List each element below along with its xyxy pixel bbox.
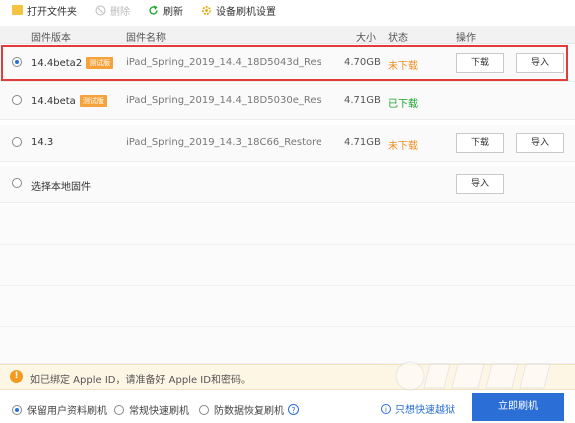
download-status: 已下载 — [388, 99, 418, 110]
option-radio[interactable] — [12, 404, 22, 415]
firmware-filename: iPad_Spring_2019_14.4_18D5030e_Restore.i… — [126, 95, 321, 106]
delete-button[interactable]: 删除 — [95, 3, 130, 18]
col-version: 固件版本 — [31, 33, 71, 44]
empty-row — [0, 245, 575, 286]
option-radio[interactable] — [114, 404, 124, 415]
download-status: 未下载 — [388, 141, 418, 152]
flash-now-button[interactable]: 立即刷机 — [472, 393, 564, 421]
firmware-size: 4.71GB — [344, 137, 381, 148]
help-icon[interactable]: ? — [288, 404, 299, 415]
empty-row — [0, 204, 575, 245]
col-name: 固件名称 — [126, 33, 166, 44]
col-size: 大小 — [356, 33, 376, 44]
delete-label: 删除 — [110, 6, 130, 18]
notice-text: 如已绑定 Apple ID，请准备好 Apple ID和密码。 — [30, 375, 251, 386]
refresh-label: 刷新 — [163, 6, 183, 18]
option-radio[interactable] — [199, 404, 209, 415]
folder-icon — [12, 5, 23, 16]
table-row[interactable]: 14.4beta 测试版 iPad_Spring_2019_14.4_18D503… — [0, 83, 575, 120]
refresh-button[interactable]: 刷新 — [148, 3, 183, 18]
notice-bar: ! 如已绑定 Apple ID，请准备好 Apple ID和密码。 — [0, 364, 575, 390]
firmware-version: 14.3 — [31, 137, 54, 148]
quick-jailbreak-link[interactable]: i 只想快速越狱 — [381, 401, 455, 416]
bottom-bar: 保留用户资料刷机 常规快速刷机 防数据恢复刷机 ? i 只想快速越狱 立即刷机 — [0, 390, 575, 423]
import-button[interactable]: 导入 — [516, 133, 564, 153]
refresh-icon — [148, 4, 159, 16]
firmware-filename: iPad_Spring_2019_14.3_18C66_Restore.ipsw — [126, 137, 321, 148]
table-header: 固件版本 固件名称 大小 状态 操作 — [0, 26, 575, 44]
col-action: 操作 — [456, 33, 476, 44]
info-icon: i — [381, 403, 391, 414]
firmware-version: 14.4beta 测试版 — [31, 95, 107, 107]
gear-icon — [201, 5, 212, 16]
option-keep-data[interactable]: 保留用户资料刷机 — [12, 402, 107, 417]
beta-badge: 测试版 — [79, 95, 107, 107]
device-settings-button[interactable]: 设备刷机设置 — [201, 3, 276, 18]
toolbar: 打开文件夹 删除 刷新 设备刷机设置 — [0, 0, 575, 20]
warning-icon: ! — [10, 370, 23, 383]
delete-icon — [95, 5, 106, 16]
option-label: 防数据恢复刷机 — [214, 406, 284, 417]
empty-row — [0, 327, 575, 364]
option-anti-recovery[interactable]: 防数据恢复刷机 ? — [199, 402, 299, 417]
option-label: 保留用户资料刷机 — [27, 406, 107, 417]
empty-row — [0, 286, 575, 327]
option-label: 常规快速刷机 — [129, 406, 189, 417]
option-quick[interactable]: 常规快速刷机 — [114, 402, 189, 417]
row-radio[interactable] — [12, 95, 22, 105]
device-settings-label: 设备刷机设置 — [216, 6, 276, 18]
local-firmware-label: 选择本地固件 — [31, 182, 91, 193]
link-label: 只想快速越狱 — [395, 405, 455, 416]
row-radio[interactable] — [12, 137, 22, 147]
col-status: 状态 — [388, 33, 408, 44]
local-import-button[interactable]: 导入 — [456, 174, 504, 194]
local-firmware-row[interactable]: 选择本地固件 导入 — [0, 166, 575, 203]
firmware-size: 4.71GB — [344, 95, 381, 106]
row-radio[interactable] — [12, 178, 22, 188]
table-row[interactable]: 14.3 iPad_Spring_2019_14.3_18C66_Restore… — [0, 125, 575, 162]
open-folder-button[interactable]: 打开文件夹 — [12, 3, 77, 18]
selection-highlight — [1, 45, 568, 81]
download-button[interactable]: 下载 — [456, 133, 504, 153]
open-folder-label: 打开文件夹 — [27, 6, 77, 18]
